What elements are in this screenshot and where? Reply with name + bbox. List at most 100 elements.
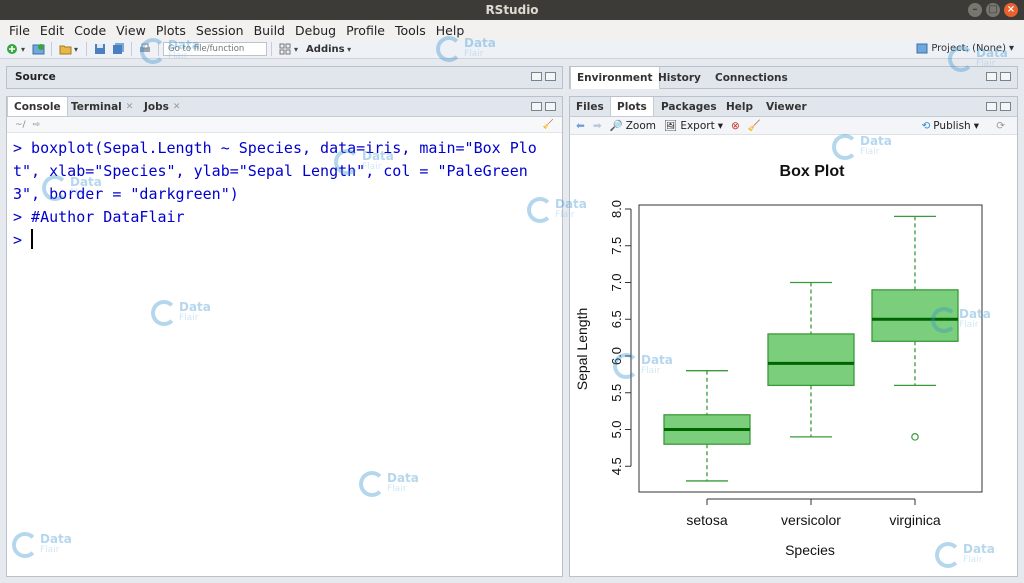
toolbar-divider [131,42,133,56]
tab-label: Plots [617,100,647,113]
chevron-down-icon: ▾ [1008,42,1014,54]
console-prompt: > [13,231,32,249]
export-icon: 🖼 [663,120,678,132]
plots-tab-bar: Files Plots Packages Help Viewer [570,97,1017,117]
grid-layout-icon[interactable] [278,42,292,56]
maximize-pane-icon[interactable] [545,72,556,81]
y-tick-label: 7.0 [609,273,624,291]
menu-view[interactable]: View [111,23,151,38]
export-button[interactable]: 🖼 Export ▾ [663,119,723,133]
close-tab-icon[interactable]: ✕ [126,102,134,112]
maximize-pane-icon[interactable] [1000,72,1011,81]
menu-plots[interactable]: Plots [151,23,191,38]
y-tick-label: 5.0 [609,420,624,438]
working-directory: ~/ [15,120,26,130]
save-icon[interactable] [93,42,107,56]
minimize-pane-icon[interactable] [986,102,997,111]
save-all-icon[interactable] [111,42,125,56]
menu-profile[interactable]: Profile [341,23,390,38]
clear-console-icon[interactable]: 🧹 [543,117,554,133]
maximize-pane-icon[interactable] [1000,102,1011,111]
menu-tools[interactable]: Tools [390,23,431,38]
close-tab-icon[interactable]: ✕ [173,102,181,112]
clear-plots-icon[interactable]: 🧹 [748,119,761,132]
menu-session[interactable]: Session [191,23,249,38]
box-setosa [663,370,751,482]
chevron-down-icon[interactable]: ▾ [21,45,25,54]
tab-files[interactable]: Files [570,97,610,116]
tab-environment[interactable]: Environment [570,67,660,89]
menu-build[interactable]: Build [249,23,290,38]
tab-help[interactable]: Help [720,97,759,116]
tab-label: Help [726,100,754,113]
y-tick-label: 7.5 [609,237,624,255]
project-icon [916,43,928,54]
restore-pane-icon[interactable] [531,72,542,81]
publish-button[interactable]: ⟲ Publish ▾ [921,120,979,132]
export-label: Export [680,119,715,132]
publish-label: Publish [933,119,971,132]
console-line: > #Author DataFlair [13,208,185,226]
chevron-down-icon[interactable]: ▾ [74,45,78,54]
open-file-icon[interactable] [58,42,72,56]
menu-bar: File Edit Code View Plots Session Build … [0,20,1024,40]
tab-jobs[interactable]: Jobs ✕ [138,97,186,116]
iqr-box [767,333,855,387]
y-tick-label: 6.5 [609,310,624,328]
menu-edit[interactable]: Edit [35,23,69,38]
close-icon[interactable]: × [1004,3,1018,17]
console-line: > boxplot(Sepal.Length ~ Species, data=i… [13,139,537,157]
tab-plots[interactable]: Plots [610,97,654,116]
menu-help[interactable]: Help [431,23,470,38]
tab-terminal[interactable]: Terminal ✕ [65,97,139,116]
tab-history[interactable]: History [652,67,707,89]
restore-pane-icon[interactable] [986,72,997,81]
tab-viewer[interactable]: Viewer [760,97,813,116]
y-tick-label: 4.5 [609,457,624,475]
plots-toolbar: ⬅ ➡ 🔎 Zoom 🖼 Export ▾ ⊗ 🧹 ⟲ Publish ▾ ⟳ [570,117,1017,135]
box-versicolor [767,281,855,438]
maximize-icon[interactable]: □ [986,3,1000,17]
console-line: 3", border = "darkgreen") [13,185,239,203]
toolbar-divider [51,42,53,56]
menu-code[interactable]: Code [69,23,111,38]
refresh-icon[interactable]: ⟳ [996,120,1005,132]
tab-label: Packages [661,100,717,113]
plot-area[interactable]: Box Plot 4.5 5.0 5.5 6.0 6.5 7.0 7.5 8.0 setosa… [570,135,1019,576]
maximize-pane-icon[interactable] [545,102,556,111]
project-menu[interactable]: Project: (None) ▾ [916,42,1014,54]
x-axis: setosa versicolor virginica [686,498,941,528]
environment-pane: Environment History Connections [569,66,1018,89]
x-tick-label: versicolor [781,512,841,528]
menu-debug[interactable]: Debug [290,23,341,38]
new-file-icon[interactable] [5,42,19,56]
project-label: Project: (None) [931,42,1006,54]
tab-connections[interactable]: Connections [709,67,794,89]
tab-console[interactable]: Console [7,97,68,116]
chevron-down-icon[interactable]: ▾ [345,45,351,54]
forward-arrow-icon[interactable]: ➡ [593,120,602,132]
tab-label: Console [14,100,61,113]
minimize-pane-icon[interactable] [531,102,542,111]
remove-plot-icon[interactable]: ⊗ [731,120,740,132]
new-project-icon[interactable] [31,42,45,56]
zoom-button[interactable]: 🔎 Zoom [610,119,656,133]
y-tick-label: 5.5 [609,384,624,402]
back-arrow-icon[interactable]: ⬅ [576,120,585,132]
source-pane: Source [6,66,563,89]
console-prompt-line[interactable]: > [13,229,556,252]
zoom-label: Zoom [625,119,656,132]
minimize-icon[interactable]: – [968,3,982,17]
toolbar-divider [86,42,88,56]
chevron-down-icon[interactable]: ▾ [294,45,298,54]
window-title: RStudio [485,3,539,17]
tab-label: Viewer [766,100,807,113]
x-tick-label: virginica [889,512,941,528]
menu-file[interactable]: File [4,23,35,38]
tab-packages[interactable]: Packages [655,97,723,116]
print-icon[interactable] [138,42,152,56]
console-output[interactable]: > boxplot(Sepal.Length ~ Species, data=i… [7,135,562,254]
go-to-directory-icon[interactable]: ⇨ [32,120,40,130]
go-to-file-input[interactable] [163,42,268,56]
addins-button[interactable]: Addins [306,44,345,55]
